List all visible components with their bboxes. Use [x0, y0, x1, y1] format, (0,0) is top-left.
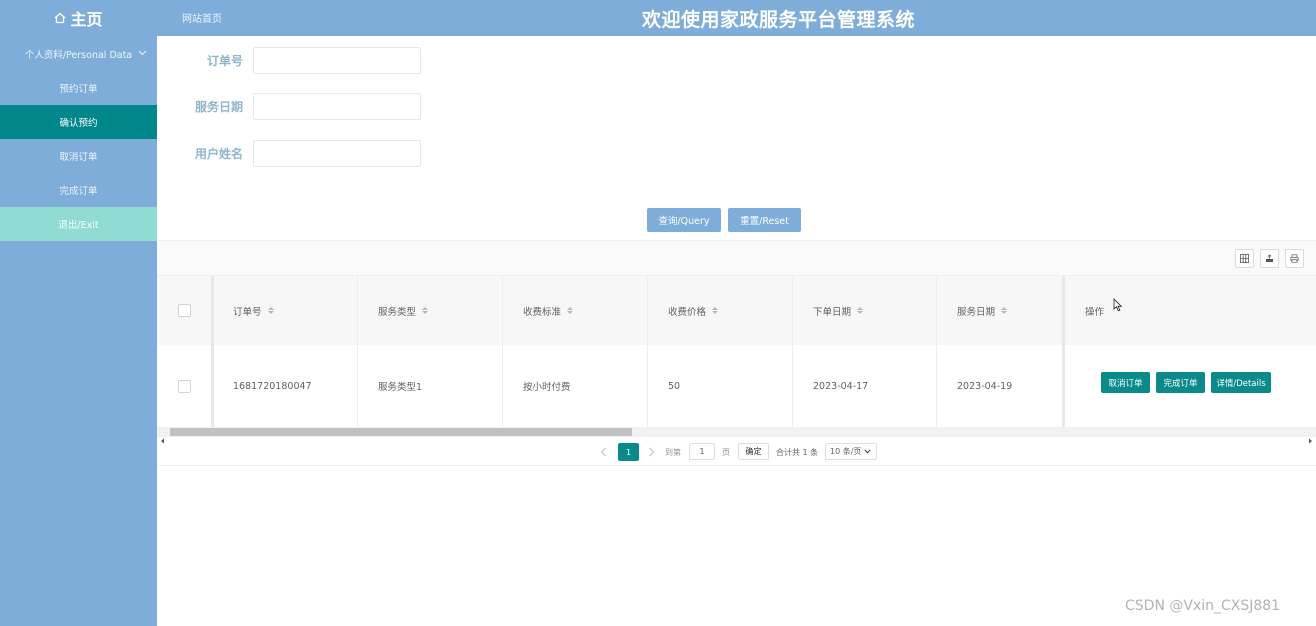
total-count-label: 合计共 1 条 — [776, 447, 819, 457]
reset-button[interactable]: 重置/Reset — [728, 208, 801, 232]
scrollbar-thumb[interactable] — [170, 428, 632, 436]
goto-label: 到第 — [665, 447, 681, 457]
user-name-input[interactable] — [253, 139, 421, 167]
sidebar-item-label: 完成订单 — [59, 186, 98, 197]
page-size-value: 10 条/页 — [830, 447, 862, 456]
table-row: 1681720180047 服务类型1 按小时付费 50 2023-04-17 … — [157, 345, 1316, 427]
sidebar-item-label: 预约订单 — [59, 84, 98, 95]
home-link[interactable]: 主页 — [0, 0, 157, 36]
cell-order-date: 2023-04-17 — [793, 345, 937, 427]
row-select-cell — [157, 345, 214, 427]
table-header: 订单号 服务类型 收费标准 收费价格 下单日期 服务日期 操作 — [157, 275, 1316, 346]
sidebar-item-label: 确认预约 — [59, 118, 98, 129]
page-number-current[interactable]: 1 — [618, 443, 639, 461]
select-all-cell — [157, 276, 214, 345]
scroll-left-icon[interactable] — [160, 429, 165, 448]
page-title: 欢迎使用家政服务平台管理系统 — [642, 9, 916, 31]
cell-service-type: 服务类型1 — [358, 345, 503, 427]
sidebar-item-cancel[interactable]: 取消订单 — [0, 139, 157, 173]
cell-order-number: 1681720180047 — [214, 345, 358, 427]
chevron-down-icon — [864, 449, 871, 454]
column-header-price[interactable]: 收费价格 — [648, 276, 793, 345]
cell-service-date: 2023-04-19 — [937, 345, 1065, 427]
row-checkbox[interactable] — [177, 379, 191, 393]
user-name-label: 用户姓名 — [194, 146, 243, 161]
scroll-right-icon[interactable] — [1308, 429, 1313, 448]
column-header-fee-standard[interactable]: 收费标准 — [503, 276, 648, 345]
sidebar-item-exit[interactable]: 退出/Exit — [0, 207, 157, 241]
search-row-date: 服务日期 — [157, 92, 421, 120]
cell-fee-standard: 按小时付费 — [503, 345, 648, 427]
details-button[interactable]: 详情/Details — [1211, 372, 1271, 393]
page-unit-label: 页 — [722, 447, 730, 457]
sort-icon[interactable] — [1001, 307, 1008, 314]
order-number-label: 订单号 — [206, 53, 243, 68]
sort-icon[interactable] — [567, 307, 574, 314]
watermark: CSDN @Vxin_CXSJ881 — [1125, 598, 1281, 614]
print-icon[interactable] — [1285, 249, 1304, 268]
sort-icon[interactable] — [712, 307, 719, 314]
sidebar: 个人资料/Personal Data 预约订单 确认预约 取消订单 完成订单 退… — [0, 36, 157, 626]
goto-page-input[interactable]: 1 — [689, 443, 715, 460]
cell-price: 50 — [648, 345, 793, 427]
next-page-icon[interactable] — [648, 443, 655, 461]
service-date-input[interactable] — [253, 92, 421, 120]
sidebar-item-label: 退出/Exit — [58, 220, 99, 231]
sidebar-group-label: 个人资料/Personal Data — [24, 49, 133, 61]
column-header-order-number[interactable]: 订单号 — [214, 276, 358, 345]
prev-page-icon[interactable] — [600, 443, 607, 461]
page-size-select[interactable]: 10 条/页 — [825, 443, 877, 460]
search-row-user: 用户姓名 — [157, 139, 421, 167]
chevron-down-icon — [138, 48, 147, 59]
sort-icon[interactable] — [267, 307, 274, 314]
column-header-actions: 操作 — [1065, 276, 1316, 345]
column-header-service-date[interactable]: 服务日期 — [937, 276, 1065, 345]
mouse-cursor-icon — [1113, 298, 1123, 315]
home-icon — [54, 12, 66, 24]
sidebar-item-label: 取消订单 — [59, 152, 98, 163]
divider — [157, 465, 1316, 466]
sidebar-item-reservations[interactable]: 预约订单 — [0, 71, 157, 105]
cancel-order-button[interactable]: 取消订单 — [1101, 372, 1150, 393]
select-all-checkbox[interactable] — [177, 304, 191, 317]
order-number-input[interactable] — [253, 46, 421, 74]
table-toolbar — [157, 240, 1316, 276]
site-home-link[interactable]: 网站首页 — [182, 10, 222, 25]
search-row-order: 订单号 — [157, 46, 421, 74]
top-bar: 主页 网站首页 欢迎使用家政服务平台管理系统 — [0, 0, 1316, 36]
column-header-service-type[interactable]: 服务类型 — [358, 276, 503, 345]
goto-confirm-button[interactable]: 确定 — [738, 443, 769, 460]
sidebar-item-complete[interactable]: 完成订单 — [0, 173, 157, 207]
sort-icon[interactable] — [422, 307, 429, 314]
sort-icon[interactable] — [857, 307, 864, 314]
export-icon[interactable] — [1260, 249, 1279, 268]
service-date-label: 服务日期 — [194, 99, 243, 114]
brand-label: 主页 — [70, 10, 103, 29]
sidebar-item-confirm[interactable]: 确认预约 — [0, 105, 157, 139]
cell-actions: 取消订单 完成订单 详情/Details — [1065, 345, 1316, 427]
complete-order-button[interactable]: 完成订单 — [1156, 372, 1205, 393]
sidebar-group-personal-data[interactable]: 个人资料/Personal Data — [0, 36, 157, 71]
query-button[interactable]: 查询/Query — [647, 208, 721, 232]
horizontal-scrollbar[interactable] — [157, 427, 1316, 444]
columns-icon[interactable] — [1235, 249, 1254, 268]
column-header-order-date[interactable]: 下单日期 — [793, 276, 937, 345]
